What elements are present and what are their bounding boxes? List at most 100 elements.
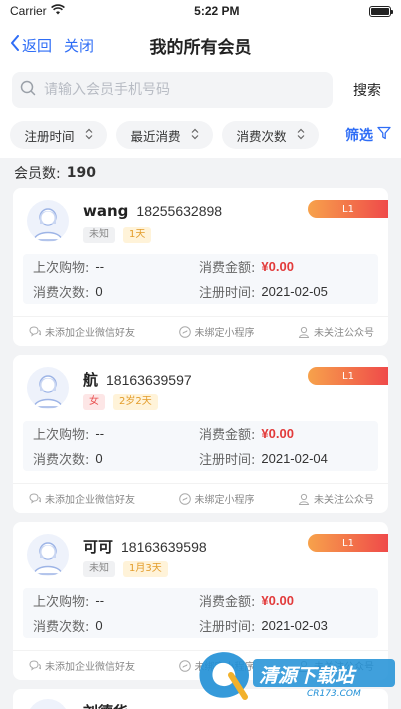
level-badge: L1 (308, 367, 388, 385)
mini-program-icon (178, 492, 191, 505)
official-account-label: 未关注公众号 (314, 328, 374, 339)
last-purchase-value: -- (95, 426, 105, 441)
last-purchase-value: -- (95, 593, 105, 608)
level-badge: L1 (308, 200, 388, 218)
consume-count-label: 消费次数: (33, 286, 90, 301)
funnel-icon (377, 126, 391, 144)
user-icon (298, 493, 310, 505)
search-button[interactable]: 搜索 (343, 80, 389, 100)
consume-amount-value: ¥0.00 (261, 426, 294, 441)
register-time-value: 2021-02-03 (261, 618, 328, 633)
filter-button[interactable]: 筛选 (345, 125, 391, 145)
member-phone: 18255632898 (136, 203, 223, 219)
mini-program-status[interactable]: 未绑定小程序 (178, 658, 255, 673)
wecom-friend-status[interactable]: 未添加企业微信好友 (29, 491, 135, 506)
member-card[interactable]: 刘德华 (13, 689, 388, 709)
mini-program-status[interactable]: 未绑定小程序 (178, 491, 255, 506)
user-icon (298, 660, 310, 672)
avatar (27, 699, 69, 709)
member-stats: 上次购物: -- 消费金额: ¥0.00 消费次数: 0 注册时间: 2021-02-0… (23, 421, 378, 471)
sort-label: 最近消费 (130, 128, 181, 144)
sort-consume-count[interactable]: 消费次数 (222, 121, 319, 149)
register-time-label: 注册时间: (199, 286, 256, 301)
gender-tag: 未知 (83, 227, 115, 243)
filter-label: 筛选 (345, 128, 373, 144)
chevron-left-icon (10, 35, 20, 55)
wifi-icon (50, 4, 65, 18)
sort-recent-consume[interactable]: 最近消费 (116, 121, 213, 149)
wecom-friend-status[interactable]: 未添加企业微信好友 (29, 324, 135, 339)
level-badge: L1 (308, 534, 388, 552)
register-time-value: 2021-02-05 (261, 284, 328, 299)
chat-icon (29, 493, 41, 504)
mini-program-label: 未绑定小程序 (194, 495, 255, 506)
mini-program-label: 未绑定小程序 (194, 328, 255, 339)
official-account-status[interactable]: 未关注公众号 (298, 491, 374, 506)
avatar (27, 200, 69, 242)
status-time: 5:22 PM (194, 4, 240, 18)
member-card[interactable]: 可可 18163639598 未知 1月3天 L1 上次购物: -- 消费金额: ¥… (13, 522, 388, 680)
filter-row: 注册时间 最近消费 消费次数 筛选 (0, 112, 401, 158)
wecom-friend-status[interactable]: 未添加企业微信好友 (29, 658, 135, 673)
age-tag: 2岁2天 (113, 394, 158, 410)
consume-count-label: 消费次数: (33, 620, 90, 635)
member-name: 刘德华 (83, 701, 128, 709)
register-time-label: 注册时间: (199, 620, 256, 635)
member-name: 可可 (83, 538, 114, 556)
search-row: 搜索 (0, 68, 401, 112)
avatar (27, 367, 69, 409)
gender-tag: 未知 (83, 561, 115, 577)
wecom-friend-label: 未添加企业微信好友 (45, 495, 135, 506)
back-button[interactable]: 返回 (10, 35, 52, 56)
consume-count-label: 消费次数: (33, 453, 90, 468)
battery-icon (369, 5, 393, 17)
member-phone: 18163639597 (106, 372, 192, 388)
mini-program-status[interactable]: 未绑定小程序 (178, 324, 255, 339)
member-card[interactable]: wang 18255632898 未知 1天 L1 上次购物: -- 消费金额: ¥… (13, 188, 388, 346)
gender-tag: 女 (83, 394, 105, 410)
avatar (27, 534, 69, 576)
member-list: wang 18255632898 未知 1天 L1 上次购物: -- 消费金额: ¥… (0, 188, 401, 709)
last-purchase-label: 上次购物: (33, 428, 90, 443)
age-tag: 1月3天 (123, 561, 168, 577)
official-account-status[interactable]: 未关注公众号 (298, 658, 374, 673)
mini-program-label: 未绑定小程序 (194, 662, 255, 673)
consume-amount-label: 消费金额: (199, 428, 256, 443)
register-time-value: 2021-02-04 (261, 451, 328, 466)
close-button[interactable]: 关闭 (64, 35, 94, 56)
sort-register-time[interactable]: 注册时间 (10, 121, 107, 149)
official-account-label: 未关注公众号 (314, 495, 374, 506)
member-stats: 上次购物: -- 消费金额: ¥0.00 消费次数: 0 注册时间: 2021-02-0… (23, 588, 378, 638)
member-count: 会员数: 190 (0, 158, 401, 188)
mini-program-icon (178, 659, 191, 672)
carrier-label: Carrier (10, 4, 47, 18)
nav-bar: 返回 关闭 我的所有会员 (0, 22, 401, 68)
member-name: 航 (83, 371, 99, 389)
official-account-label: 未关注公众号 (314, 662, 374, 673)
search-box (12, 72, 333, 108)
last-purchase-value: -- (95, 259, 105, 274)
back-label: 返回 (22, 36, 53, 55)
member-stats: 上次购物: -- 消费金额: ¥0.00 消费次数: 0 注册时间: 2021-02-0… (23, 254, 378, 304)
member-count-label: 会员数: (14, 166, 61, 182)
consume-amount-value: ¥0.00 (261, 593, 294, 608)
consume-count-value: 0 (95, 284, 103, 299)
sort-label: 消费次数 (236, 128, 287, 144)
member-phone: 18163639598 (121, 539, 207, 555)
member-card[interactable]: 航 18163639597 女 2岁2天 L1 上次购物: -- 消费金额: ¥0.… (13, 355, 388, 513)
age-tag: 1天 (123, 227, 152, 243)
register-time-label: 注册时间: (199, 453, 256, 468)
chat-icon (29, 326, 41, 337)
sort-arrows-icon (191, 128, 199, 143)
last-purchase-label: 上次购物: (33, 595, 90, 610)
consume-count-value: 0 (95, 451, 103, 466)
mini-program-icon (178, 325, 191, 338)
sort-arrows-icon (85, 128, 93, 143)
consume-amount-value: ¥0.00 (261, 259, 294, 274)
chat-icon (29, 660, 41, 671)
official-account-status[interactable]: 未关注公众号 (298, 324, 374, 339)
sort-label: 注册时间 (24, 128, 75, 144)
search-input[interactable] (44, 82, 325, 98)
consume-amount-label: 消费金额: (199, 261, 256, 276)
search-icon (20, 80, 36, 100)
